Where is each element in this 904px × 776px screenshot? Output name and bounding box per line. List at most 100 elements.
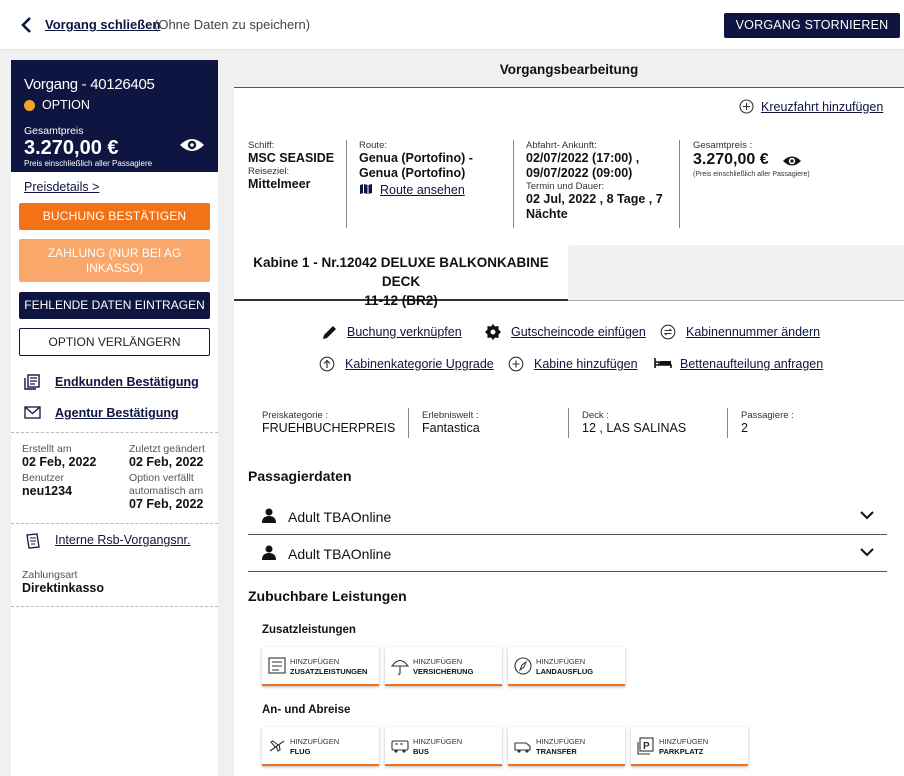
trip-price-info: Gesamtpreis : 3.270,00 € (Preis einschli… bbox=[693, 140, 810, 180]
add-label: HINZUFÜGEN bbox=[536, 657, 586, 666]
route-info: Route: Genua (Portofino) - Genua (Portof… bbox=[359, 140, 473, 197]
view-route-link[interactable]: Route ansehen bbox=[359, 183, 473, 197]
passenger-row[interactable]: Adult TBAOnline bbox=[248, 498, 887, 535]
payment-type-label: Zahlungsart bbox=[22, 569, 78, 581]
user-value: neu1234 bbox=[22, 484, 73, 498]
map-icon bbox=[360, 184, 372, 194]
ship-value: MSC SEASIDE bbox=[248, 151, 335, 165]
list-icon bbox=[268, 657, 286, 674]
add-transfer-button[interactable]: HINZUFÜGEN TRANSFER bbox=[508, 727, 625, 766]
umbrella-icon bbox=[390, 659, 410, 675]
payment-type-value: Direktinkasso bbox=[22, 581, 104, 595]
status-dot-icon bbox=[24, 100, 35, 111]
trip-price-note: (Preis einschließlich aller Passagiere) bbox=[693, 171, 810, 178]
passenger-count-value: 2 bbox=[741, 421, 748, 435]
chevron-down-icon[interactable] bbox=[860, 511, 874, 520]
term-line-2: Nächte bbox=[526, 207, 568, 221]
divider bbox=[568, 408, 569, 438]
dates-label: Abfahrt- Ankunft: bbox=[526, 140, 597, 151]
add-label: HINZUFÜGEN bbox=[413, 737, 463, 746]
expires-label-2: automatisch am bbox=[129, 485, 204, 497]
badge-icon bbox=[485, 324, 501, 340]
bed-icon bbox=[654, 358, 672, 368]
svg-text:P: P bbox=[643, 741, 650, 752]
flight-label: FLUG bbox=[290, 747, 311, 756]
confirm-booking-button[interactable]: BUCHUNG BESTÄTIGEN bbox=[19, 203, 210, 230]
add-insurance-button[interactable]: HINZUFÜGEN VERSICHERUNG bbox=[385, 647, 502, 686]
add-label: HINZUFÜGEN bbox=[413, 657, 463, 666]
add-bus-button[interactable]: HINZUFÜGEN BUS bbox=[385, 727, 502, 766]
expires-value: 07 Feb, 2022 bbox=[129, 497, 204, 511]
ship-label: Schiff: bbox=[248, 140, 275, 151]
cancel-transaction-button[interactable]: VORGANG STORNIEREN bbox=[724, 13, 900, 38]
divider bbox=[513, 140, 514, 228]
total-price-note: Preis einschließlich aller Passagiere bbox=[24, 159, 153, 168]
plus-circle-icon bbox=[739, 99, 754, 114]
add-label: HINZUFÜGEN bbox=[659, 737, 709, 746]
services-title: Zubuchbare Leistungen bbox=[248, 588, 407, 604]
add-cabin-label: Kabine hinzufügen bbox=[534, 357, 638, 371]
extend-option-button[interactable]: OPTION VERLÄNGERN bbox=[19, 328, 210, 356]
divider bbox=[679, 140, 680, 228]
parking-icon: P bbox=[637, 737, 654, 755]
passenger-row[interactable]: Adult TBAOnline bbox=[248, 535, 887, 572]
notepad-icon bbox=[26, 533, 40, 549]
change-cabin-number-label: Kabinennummer ändern bbox=[686, 325, 821, 339]
insurance-label: VERSICHERUNG bbox=[413, 667, 474, 676]
experience-info: Erlebniswelt : Fantastica bbox=[422, 410, 480, 436]
eye-icon[interactable] bbox=[179, 137, 205, 153]
booking-summary-card: Vorgang - 40126405 OPTION Gesamtpreis 3.… bbox=[11, 60, 218, 172]
cabin-tab-line2: 11-12 (BR2) bbox=[364, 293, 438, 308]
add-parking-button[interactable]: P HINZUFÜGEN PARKPLATZ bbox=[631, 727, 748, 766]
region-label: Reiseziel: bbox=[248, 166, 290, 177]
pencil-icon bbox=[323, 326, 336, 339]
changed-label: Zuletzt geändert bbox=[129, 443, 205, 455]
divider bbox=[408, 408, 409, 438]
divider bbox=[11, 432, 218, 433]
route-label: Route: bbox=[359, 140, 387, 151]
chevron-left-icon[interactable] bbox=[20, 16, 34, 34]
divider bbox=[11, 523, 218, 524]
plus-circle-icon bbox=[508, 356, 524, 372]
tab-cabin-1[interactable]: Kabine 1 - Nr.12042 DELUXE BALKONKABINE … bbox=[234, 238, 572, 308]
eye-icon[interactable] bbox=[782, 155, 802, 167]
add-cruise-label: Kreuzfahrt hinzufügen bbox=[761, 100, 884, 114]
add-label: HINZUFÜGEN bbox=[536, 737, 586, 746]
dates-info: Abfahrt- Ankunft: 02/07/2022 (17:00) , 0… bbox=[526, 140, 663, 222]
total-price-label: Gesamtpreis bbox=[24, 125, 84, 137]
add-label: HINZUFÜGEN bbox=[290, 737, 340, 746]
rsb-number-label: Interne Rsb-Vorgangsnr. bbox=[55, 533, 191, 547]
price-category-value: FRUEHBUCHERPREIS bbox=[262, 421, 396, 435]
van-icon bbox=[514, 742, 531, 753]
upgrade-icon bbox=[319, 356, 335, 372]
region-value: Mittelmeer bbox=[248, 177, 311, 191]
add-extras-button[interactable]: HINZUFÜGEN ZUSATZLEISTUNGEN bbox=[262, 647, 379, 686]
divider bbox=[11, 606, 218, 607]
enter-missing-data-button[interactable]: FEHLENDE DATEN EINTRAGEN bbox=[19, 292, 210, 319]
dates-line-2: 09/07/2022 (09:00) bbox=[526, 166, 633, 180]
payment-button[interactable]: ZAHLUNG (NUR BEI AG INKASSO) bbox=[19, 239, 210, 282]
created-label: Erstellt am bbox=[22, 443, 72, 455]
add-excursion-button[interactable]: HINZUFÜGEN LANDAUSFLUG bbox=[508, 647, 625, 686]
document-stack-icon bbox=[24, 374, 40, 390]
extras-title: Zusatzleistungen bbox=[262, 624, 356, 636]
person-icon bbox=[262, 545, 276, 560]
passengers-title: Passagierdaten bbox=[248, 468, 352, 484]
deck-label: Deck : bbox=[582, 410, 609, 421]
payment-button-line2: INKASSO) bbox=[85, 261, 144, 275]
page-title: Vorgangsbearbeitung bbox=[234, 60, 904, 88]
price-details-link[interactable]: Preisdetails > bbox=[24, 180, 99, 194]
ship-info: Schiff: MSC SEASIDE Reiseziel: Mittelmee… bbox=[248, 140, 334, 192]
status-label: OPTION bbox=[42, 98, 90, 112]
main-panel: Vorgangsbearbeitung Kreuzfahrt hinzufüge… bbox=[234, 60, 904, 776]
close-transaction-link[interactable]: Vorgang schließen bbox=[45, 17, 160, 32]
transfer-label: TRANSFER bbox=[536, 747, 577, 756]
route-line-1: Genua (Portofino) - bbox=[359, 151, 473, 165]
add-flight-button[interactable]: HINZUFÜGEN FLUG bbox=[262, 727, 379, 766]
experience-label: Erlebniswelt : bbox=[422, 410, 479, 421]
chevron-down-icon[interactable] bbox=[860, 548, 874, 557]
price-category-info: Preiskategorie : FRUEHBUCHERPREIS bbox=[262, 410, 395, 436]
sidebar: Vorgang - 40126405 OPTION Gesamtpreis 3.… bbox=[11, 60, 218, 776]
dates-line-1: 02/07/2022 (17:00) , bbox=[526, 151, 640, 165]
parking-label: PARKPLATZ bbox=[659, 747, 704, 756]
